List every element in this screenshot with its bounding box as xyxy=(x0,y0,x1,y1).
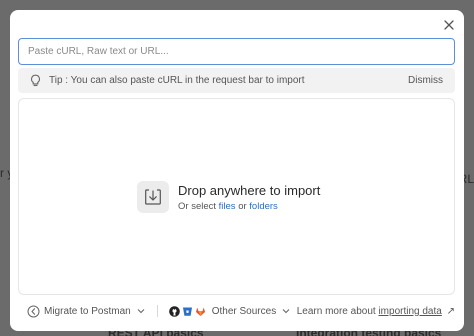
migrate-label: Migrate to Postman xyxy=(44,305,131,317)
gitlab-icon xyxy=(195,307,205,316)
chevron-down-icon xyxy=(282,308,290,314)
chevron-down-icon xyxy=(137,308,145,314)
importing-data-link[interactable]: importing data xyxy=(378,306,441,317)
import-input-wrapper xyxy=(18,38,455,65)
migrate-arrow-icon xyxy=(27,305,40,317)
select-files-link[interactable]: files xyxy=(219,201,236,212)
drop-title: Drop anywhere to import xyxy=(178,183,321,198)
tip-banner: Tip : You can also paste cURL in the req… xyxy=(18,68,455,93)
select-folders-link[interactable]: folders xyxy=(249,201,278,212)
modal-footer: Migrate to Postman Other Sources Learn m… xyxy=(18,300,455,322)
github-icon xyxy=(168,305,180,317)
tip-text: Tip : You can also paste cURL in the req… xyxy=(49,75,305,86)
dismiss-button[interactable]: Dismiss xyxy=(408,75,443,86)
import-input[interactable] xyxy=(19,39,454,64)
import-modal: Tip : You can also paste cURL in the req… xyxy=(10,10,464,331)
lightbulb-icon xyxy=(29,74,43,88)
drop-sub-middle: or xyxy=(238,201,247,212)
source-icons xyxy=(168,305,206,317)
migrate-to-postman-dropdown[interactable]: Migrate to Postman xyxy=(27,305,145,318)
learn-prefix: Learn more about xyxy=(296,305,376,317)
close-icon xyxy=(444,20,454,30)
other-sources-label: Other Sources xyxy=(211,305,277,317)
drop-subtitle: Or select files or folders xyxy=(178,201,278,212)
import-download-icon xyxy=(137,181,169,213)
drop-sub-prefix: Or select xyxy=(178,201,217,212)
footer-divider xyxy=(156,305,158,317)
close-button[interactable] xyxy=(441,17,457,33)
learn-more: Learn more about importing data ↗ xyxy=(297,306,455,317)
external-link-icon: ↗ xyxy=(446,305,455,317)
drop-zone[interactable]: Drop anywhere to import Or select files … xyxy=(18,98,455,295)
other-sources-dropdown[interactable]: Other Sources xyxy=(168,305,290,317)
bitbucket-icon xyxy=(182,307,192,316)
